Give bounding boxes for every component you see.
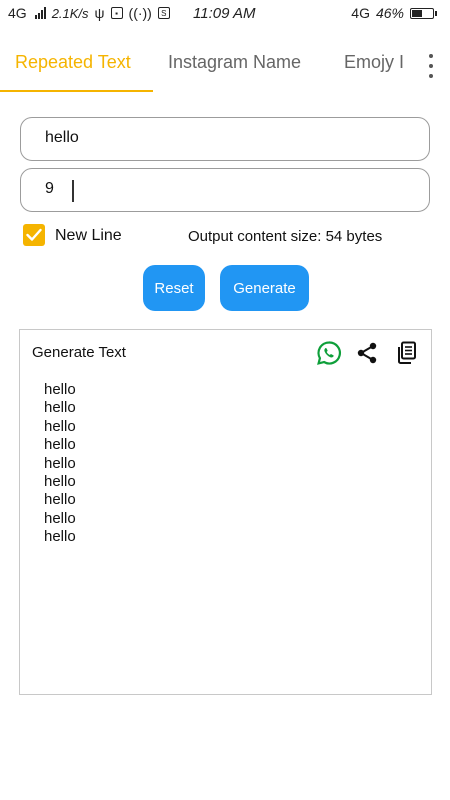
output-line: hello bbox=[44, 509, 76, 527]
generate-button[interactable]: Generate bbox=[220, 265, 309, 311]
new-line-checkbox[interactable] bbox=[23, 224, 45, 246]
overflow-menu-icon[interactable] bbox=[426, 54, 436, 78]
text-field[interactable] bbox=[20, 117, 430, 161]
tab-bar: Repeated Text Instagram Name Emojy I bbox=[0, 40, 450, 92]
network-label: 4G bbox=[8, 5, 27, 21]
output-line: hello bbox=[44, 436, 76, 454]
network-speed: 2.1K/s bbox=[51, 5, 89, 21]
count-input[interactable] bbox=[43, 179, 407, 199]
tab-emojy[interactable]: Emojy I bbox=[344, 52, 408, 73]
result-title: Generate Text bbox=[32, 344, 126, 361]
output-line: hello bbox=[44, 399, 76, 417]
output-line: hello bbox=[44, 491, 76, 509]
nfc-icon: S bbox=[157, 7, 170, 19]
sd-icon: ▪ bbox=[110, 7, 123, 19]
output-line: hello bbox=[44, 454, 76, 472]
new-line-label: New Line bbox=[55, 227, 122, 244]
hotspot-icon: ((·)) bbox=[128, 5, 152, 21]
clock: 11:09 AM bbox=[193, 5, 256, 22]
share-icon[interactable] bbox=[354, 340, 380, 366]
result-panel: Generate Text hello hello hello hello he… bbox=[19, 329, 432, 695]
output-line: hello bbox=[44, 528, 76, 546]
status-bar: 4G 2.1K/s ψ ▪ ((·)) S 11:09 AM 4G 46% bbox=[0, 0, 450, 28]
active-tab-indicator bbox=[0, 90, 153, 92]
tab-instagram-name[interactable]: Instagram Name bbox=[168, 52, 301, 73]
text-cursor bbox=[72, 180, 74, 202]
count-field[interactable] bbox=[20, 168, 430, 212]
reset-button[interactable]: Reset bbox=[143, 265, 205, 311]
battery-percent: 46% bbox=[375, 5, 404, 21]
signal-icon bbox=[34, 7, 46, 19]
usb-icon: ψ bbox=[94, 5, 105, 21]
battery-icon bbox=[410, 7, 437, 19]
text-input[interactable] bbox=[43, 128, 407, 148]
checkmark-icon bbox=[26, 228, 42, 241]
output-line: hello bbox=[44, 417, 76, 435]
status-right: 4G 46% bbox=[351, 5, 437, 21]
output-line: hello bbox=[44, 381, 76, 398]
network-label-right: 4G bbox=[351, 5, 370, 21]
copy-icon[interactable] bbox=[394, 340, 420, 366]
whatsapp-icon[interactable] bbox=[316, 340, 342, 366]
output-size-text: Output content size: 54 bytes bbox=[188, 228, 383, 245]
tab-repeated-text[interactable]: Repeated Text bbox=[15, 52, 131, 73]
generated-text: hello hello hello hello hello hello hell… bbox=[44, 381, 76, 547]
output-line: hello bbox=[44, 473, 76, 491]
status-left: 4G 2.1K/s ψ ▪ ((·)) S bbox=[8, 5, 170, 21]
